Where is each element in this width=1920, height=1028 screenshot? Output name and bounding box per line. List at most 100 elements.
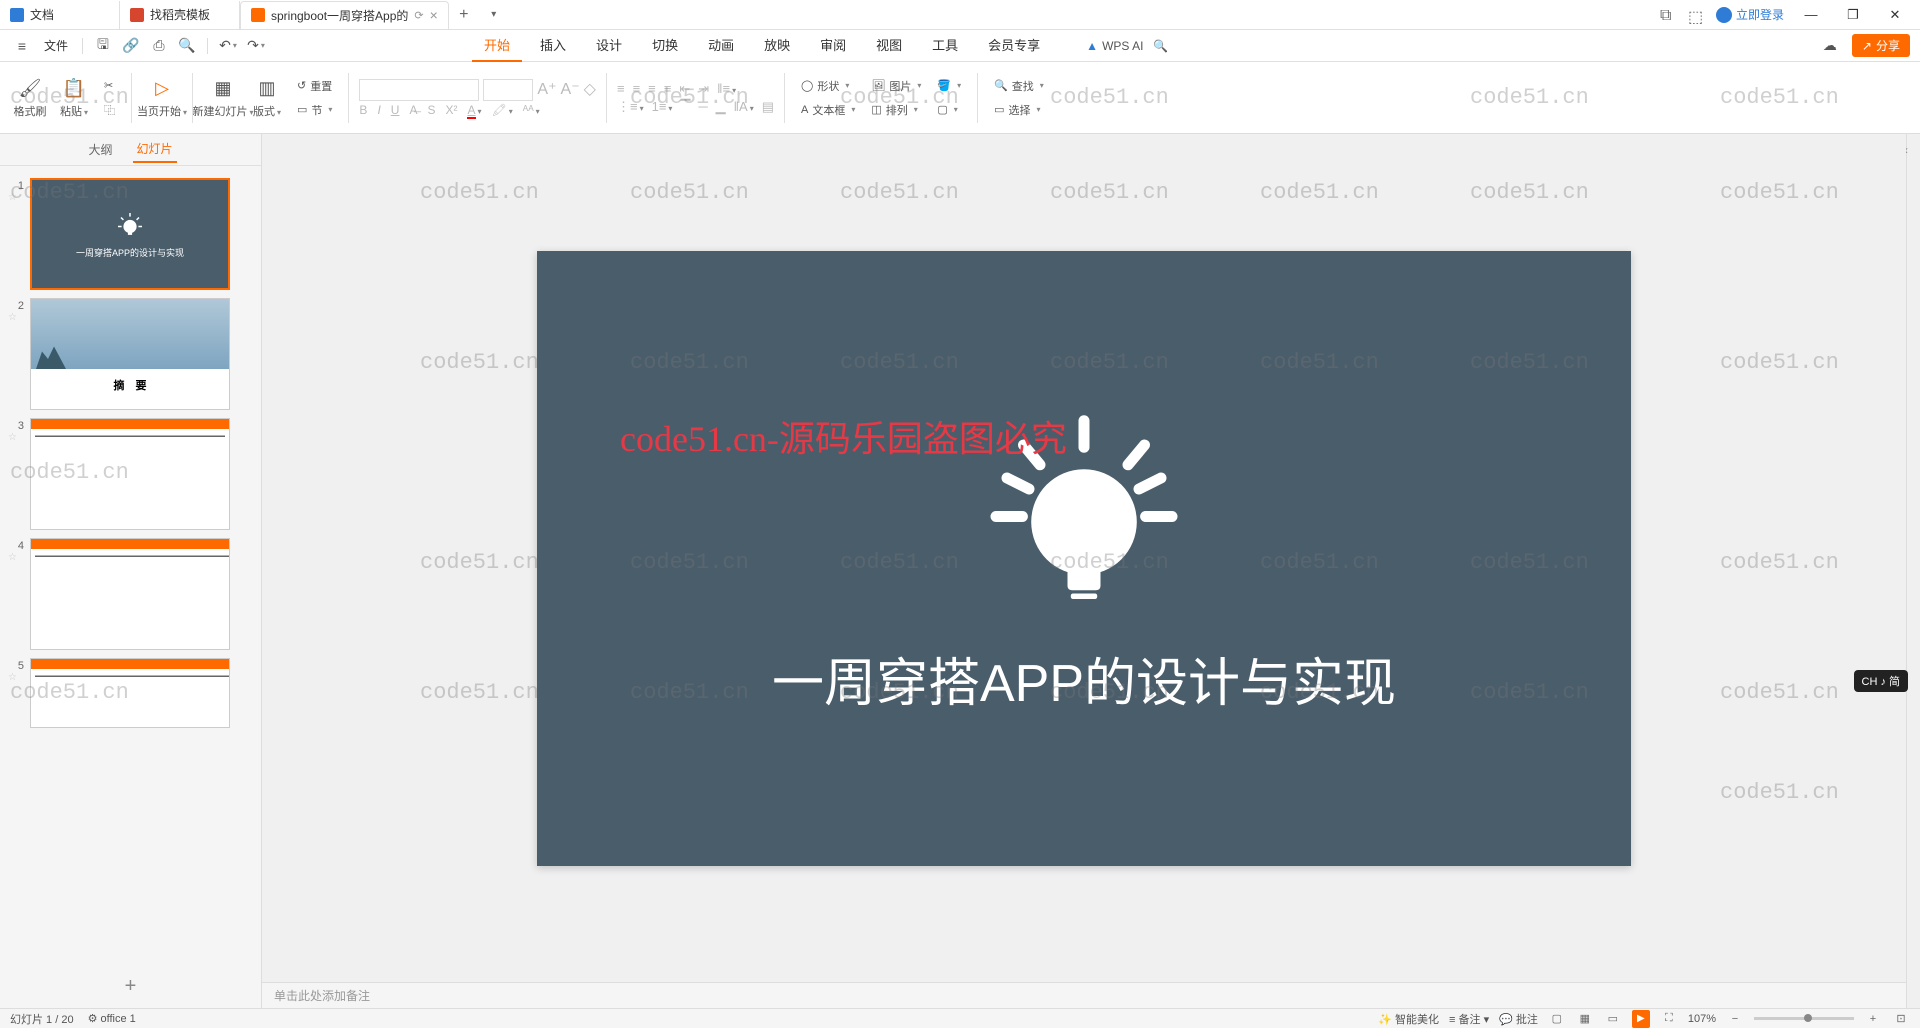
slides-tab[interactable]: 幻灯片	[133, 136, 177, 163]
zoom-out-icon[interactable]: −	[1726, 1010, 1744, 1028]
slide-thumbnail-5[interactable]: ▬▬▬▬▬▬▬▬▬▬▬▬▬▬▬▬▬▬▬▬▬▬▬▬▬▬▬▬▬▬▬▬▬▬▬▬▬▬▬▬…	[30, 658, 230, 728]
find-button[interactable]: 🔍 查找▾	[988, 75, 1050, 97]
close-window-button[interactable]: ✕	[1880, 0, 1910, 30]
select-button[interactable]: ▭ 选择▾	[988, 99, 1050, 121]
align-justify-icon[interactable]: ≡	[664, 81, 672, 97]
undo-icon[interactable]: ↶▾	[216, 34, 240, 58]
file-menu[interactable]: 文件	[38, 37, 74, 54]
arrange-button[interactable]: ◫ 排列▾	[865, 99, 927, 121]
preview-icon[interactable]: 🔍	[175, 34, 199, 58]
search-icon[interactable]: 🔍	[1153, 39, 1168, 53]
reading-view-icon[interactable]: ▭	[1604, 1010, 1622, 1028]
thumbnail-item[interactable]: 3☆ ▬▬▬▬▬▬▬▬▬▬▬▬▬▬▬▬▬▬▬▬▬▬▬▬▬▬▬▬▬▬▬▬▬▬▬▬▬…	[0, 414, 261, 534]
bullets-icon[interactable]: ⋮≡▾	[617, 99, 644, 115]
fill-color-button[interactable]: 🪣▾	[931, 75, 967, 97]
tab-menu-button[interactable]: ▾	[479, 9, 509, 20]
star-icon[interactable]: ☆	[8, 312, 20, 323]
ribbon-tab-slideshow[interactable]: 放映	[752, 29, 802, 62]
format-brush-button[interactable]: 🖌 格式刷	[10, 77, 50, 119]
fit-window-icon[interactable]: ⊡	[1892, 1010, 1910, 1028]
thumbnail-item[interactable]: 1☆ 一周穿搭APP的设计与实现	[0, 174, 261, 294]
star-icon[interactable]: ☆	[8, 552, 20, 563]
slide-title-text[interactable]: 一周穿搭APP的设计与实现	[772, 641, 1396, 716]
tab-templates[interactable]: 找稻壳模板	[120, 1, 240, 29]
cloud-icon[interactable]: ☁	[1818, 34, 1842, 58]
ribbon-tab-insert[interactable]: 插入	[528, 29, 578, 62]
line-spacing-icon[interactable]: ‖≡▾	[717, 81, 736, 97]
window-copy-icon[interactable]: ⧉	[1660, 7, 1676, 23]
thumbnail-item[interactable]: 5☆ ▬▬▬▬▬▬▬▬▬▬▬▬▬▬▬▬▬▬▬▬▬▬▬▬▬▬▬▬▬▬▬▬▬▬▬▬▬…	[0, 654, 261, 732]
slide-thumbnail-2[interactable]: 摘 要	[30, 298, 230, 410]
close-icon[interactable]: ×	[430, 7, 438, 23]
highlight-button[interactable]: 🖍▾	[492, 103, 513, 117]
wps-ai-button[interactable]: ▲ WPS AI 🔍	[1086, 39, 1168, 53]
align-left-icon[interactable]: ≡	[617, 81, 625, 97]
beautify-button[interactable]: ✨ 智能美化	[1378, 1011, 1439, 1027]
ribbon-tab-member[interactable]: 会员专享	[976, 29, 1052, 62]
zoom-level[interactable]: 107%	[1688, 1013, 1716, 1025]
slide-thumbnail-1[interactable]: 一周穿搭APP的设计与实现	[30, 178, 230, 290]
superscript-button[interactable]: X²	[445, 103, 457, 117]
sorter-view-icon[interactable]: ▦	[1576, 1010, 1594, 1028]
vertical-scrollbar[interactable]	[1906, 134, 1920, 1008]
thumbnail-item[interactable]: 2☆ 摘 要	[0, 294, 261, 414]
align-right-icon[interactable]: ≡	[648, 81, 656, 97]
link-icon[interactable]: 🔗	[119, 34, 143, 58]
italic-button[interactable]: I	[377, 103, 380, 117]
star-icon[interactable]: ☆	[8, 192, 20, 203]
zoom-slider[interactable]	[1754, 1017, 1854, 1020]
cut-button[interactable]: ✂	[98, 75, 121, 97]
thumbnail-item[interactable]: 4☆ ▬▬▬▬▬▬▬▬▬▬▬▬▬▬▬▬▬▬▬▬▬▬▬▬▬▬▬▬▬▬▬▬▬▬▬▬▬…	[0, 534, 261, 654]
font-size-select[interactable]	[483, 79, 533, 101]
comments-toggle[interactable]: 💬 批注	[1499, 1011, 1538, 1027]
outline-color-button[interactable]: ▢▾	[931, 99, 967, 121]
outline-tab[interactable]: 大纲	[84, 137, 116, 162]
from-current-button[interactable]: ▷ 当页开始▾	[142, 77, 182, 119]
decrease-font-icon[interactable]: A⁻	[561, 79, 580, 101]
align-center-icon[interactable]: ≡	[633, 81, 641, 97]
bold-button[interactable]: B	[359, 103, 367, 117]
add-slide-button[interactable]: +	[0, 965, 261, 1008]
ribbon-tab-transition[interactable]: 切换	[640, 29, 690, 62]
slideshow-view-icon[interactable]: ▶	[1632, 1010, 1650, 1028]
slide-thumbnail-3[interactable]: ▬▬▬▬▬▬▬▬▬▬▬▬▬▬▬▬▬▬▬▬▬▬▬▬▬▬▬▬▬▬▬▬▬▬▬▬▬▬	[30, 418, 230, 530]
slide-counter[interactable]: 幻灯片 1 / 20	[10, 1011, 74, 1027]
zoom-in-icon[interactable]: +	[1864, 1010, 1882, 1028]
refresh-icon[interactable]: ⟳	[414, 9, 423, 22]
section-button[interactable]: ▭ 节▾	[291, 99, 338, 121]
minimize-button[interactable]: —	[1796, 0, 1826, 30]
text-effect-button[interactable]: ᴬᴬ▾	[523, 103, 540, 117]
new-slide-button[interactable]: ▦ 新建幻灯片▾	[203, 77, 243, 119]
font-family-select[interactable]	[359, 79, 479, 101]
maximize-button[interactable]: ❐	[1838, 0, 1868, 30]
thumbnail-list[interactable]: 1☆ 一周穿搭APP的设计与实现 2☆ 摘 要 3☆ ▬▬▬▬▬▬▬▬▬▬▬▬▬…	[0, 166, 261, 965]
valign-middle-icon[interactable]: ─	[698, 99, 707, 115]
ribbon-tab-animation[interactable]: 动画	[696, 29, 746, 62]
star-icon[interactable]: ☆	[8, 432, 20, 443]
ribbon-tab-tools[interactable]: 工具	[920, 29, 970, 62]
add-tab-button[interactable]: +	[449, 6, 479, 24]
slide-canvas[interactable]: 一周穿搭APP的设计与实现	[262, 134, 1906, 982]
paste-button[interactable]: 📋 粘贴▾	[54, 77, 94, 119]
notes-toggle[interactable]: ≡ 备注 ▾	[1449, 1011, 1489, 1027]
office-status[interactable]: ⚙ office 1	[88, 1012, 136, 1025]
valign-bottom-icon[interactable]: ▁	[716, 99, 726, 115]
share-button[interactable]: ↗ 分享	[1852, 34, 1910, 57]
hamburger-icon[interactable]: ≡	[10, 34, 34, 58]
ribbon-tab-view[interactable]: 视图	[864, 29, 914, 62]
indent-right-icon[interactable]: ⇥	[698, 81, 709, 97]
textbox-button[interactable]: A 文本框▾	[795, 99, 861, 121]
copy-button[interactable]: ⿻	[98, 99, 121, 121]
notes-input[interactable]: 单击此处添加备注	[262, 982, 1906, 1008]
current-slide[interactable]: 一周穿搭APP的设计与实现	[537, 251, 1631, 866]
shape-button[interactable]: ◯ 形状▾	[795, 75, 861, 97]
picture-button[interactable]: 🖼 图片▾	[865, 75, 927, 97]
ribbon-tab-review[interactable]: 审阅	[808, 29, 858, 62]
strike-button[interactable]: S	[427, 103, 435, 117]
increase-font-icon[interactable]: A⁺	[537, 79, 556, 101]
cube-icon[interactable]: ⬚	[1688, 7, 1704, 23]
redo-icon[interactable]: ↷▾	[244, 34, 268, 58]
normal-view-icon[interactable]: ▢	[1548, 1010, 1566, 1028]
underline-button[interactable]: U	[391, 103, 400, 117]
tab-current-file[interactable]: springboot一周穿搭App的 ⟳ ×	[240, 1, 449, 29]
